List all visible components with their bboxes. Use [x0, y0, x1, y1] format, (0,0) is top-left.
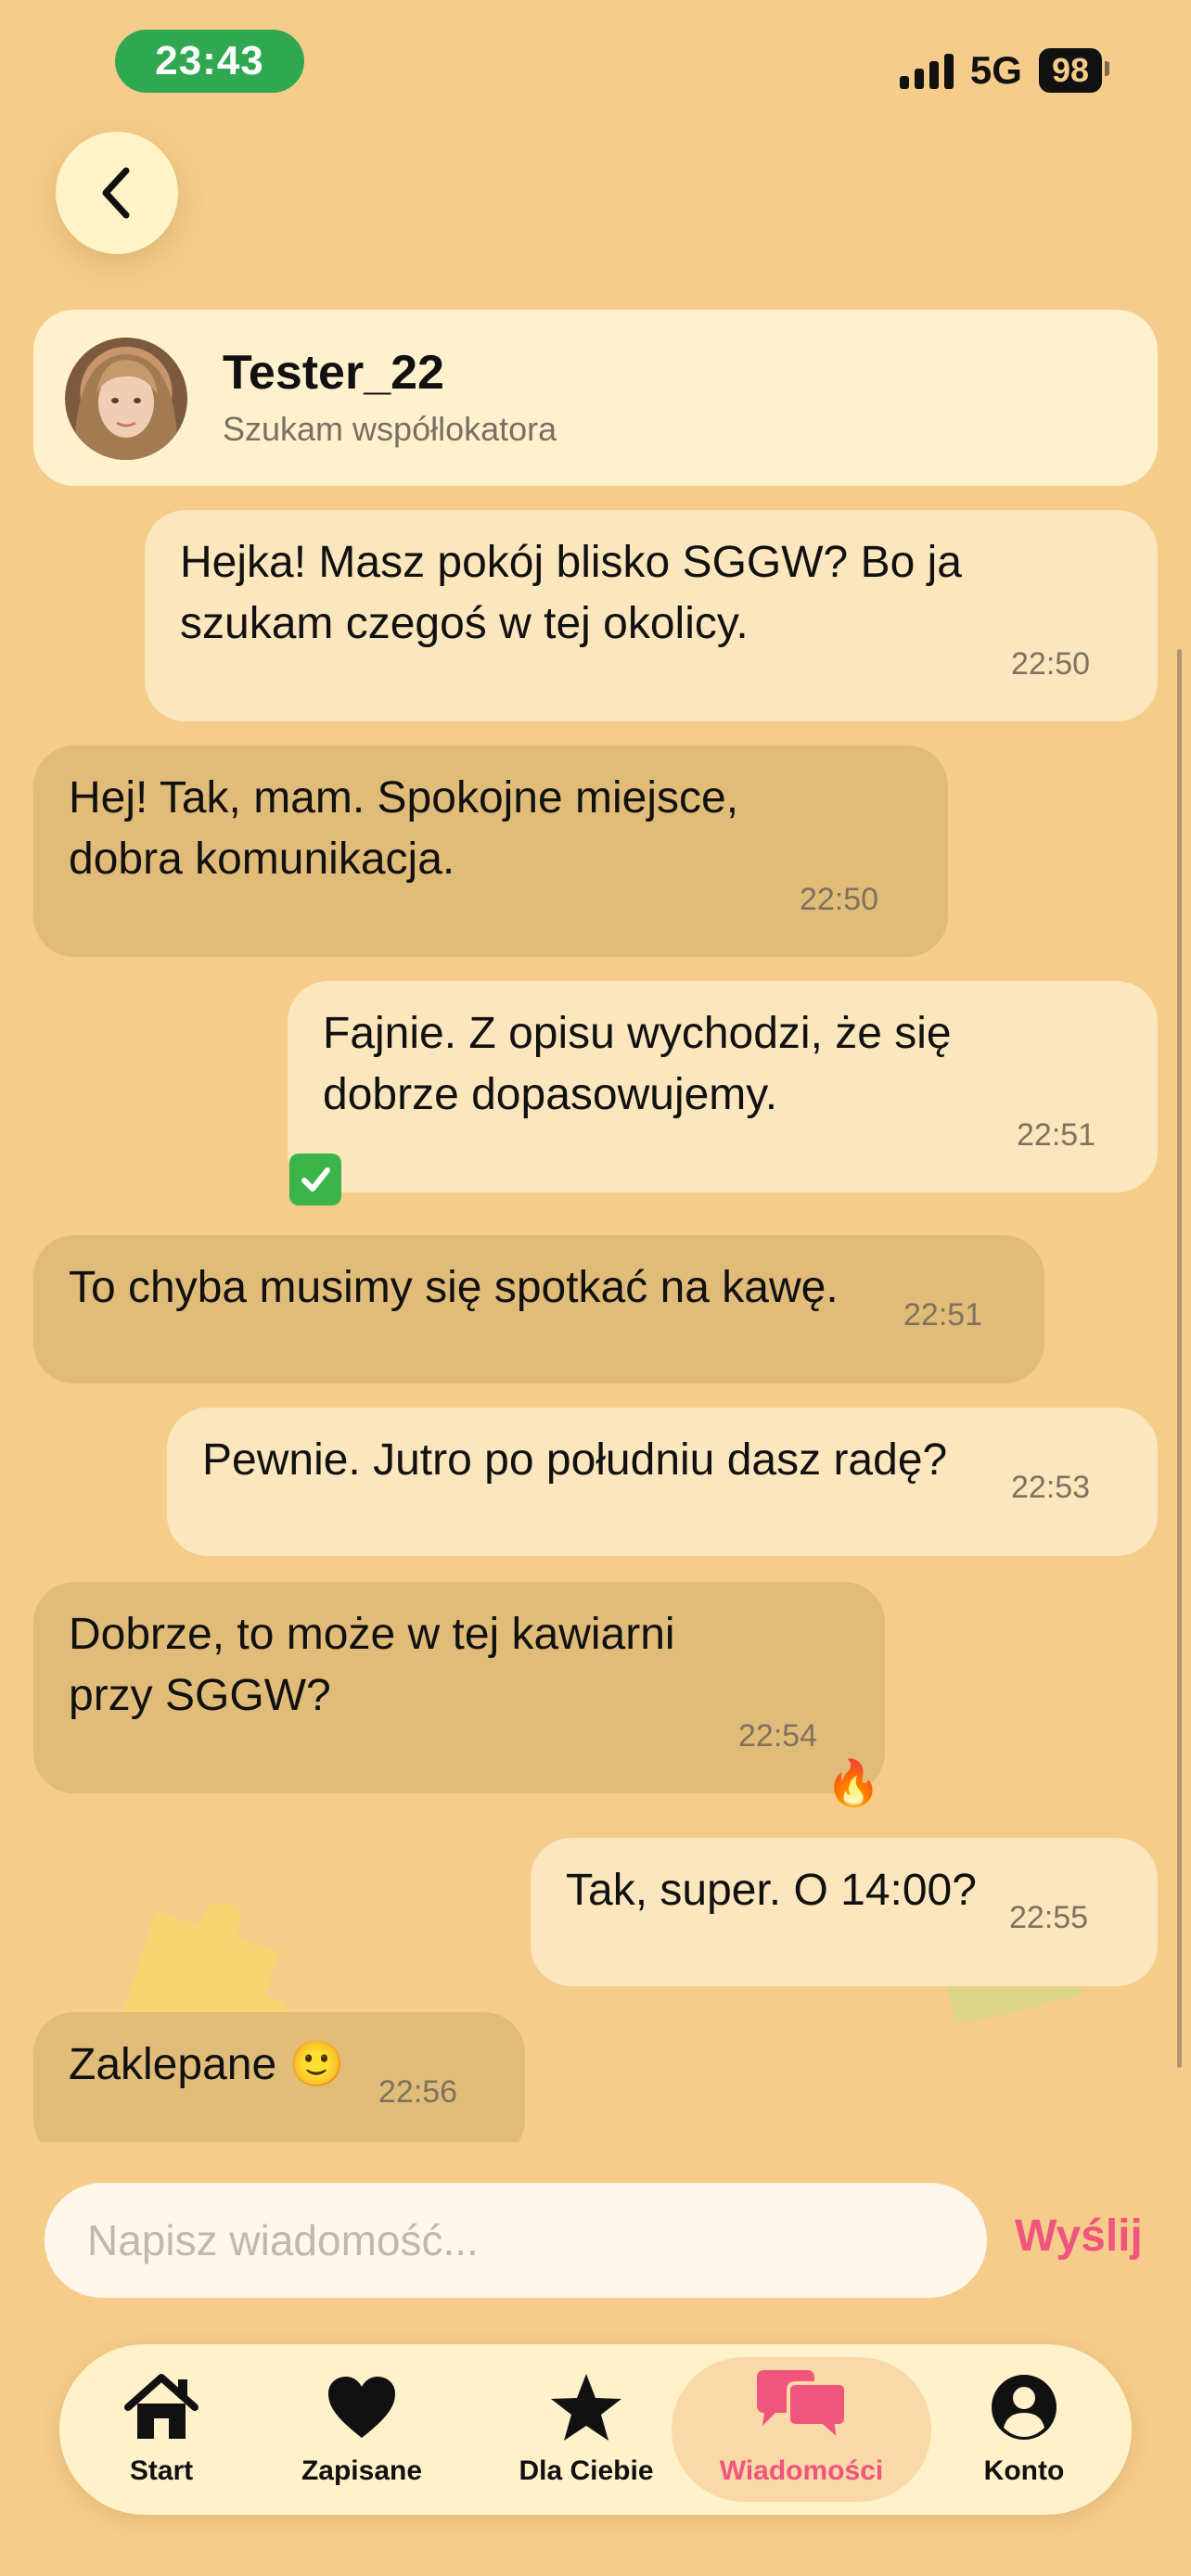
message-time: 22:51	[1017, 1117, 1096, 1153]
tab-label: Dla Ciebie	[519, 2455, 654, 2486]
message-time: 22:50	[1011, 646, 1091, 682]
message-text: To chyba musimy się spotkać na kawę.	[69, 1263, 839, 1312]
status-time: 23:43	[115, 30, 304, 93]
message-time: 22:50	[800, 882, 879, 917]
message-text: Dobrze, to może w tej kawiarni przy SGGW…	[69, 1610, 675, 1720]
send-button[interactable]: Wyślij	[1015, 2211, 1143, 2262]
scrollbar[interactable]	[1177, 649, 1182, 2068]
message-text: Pewnie. Jutro po południu dasz radę?	[202, 1435, 948, 1485]
message-outgoing[interactable]: Pewnie. Jutro po południu dasz radę? 22:…	[167, 1408, 1158, 1556]
tab-start[interactable]: Start	[87, 2344, 236, 2515]
tab-label: Zapisane	[301, 2455, 423, 2486]
message-list[interactable]: Hejka! Masz pokój blisko SGGW? Bo ja szu…	[0, 501, 1191, 2142]
message-incoming[interactable]: Hej! Tak, mam. Spokojne miejsce, dobra k…	[33, 746, 948, 957]
status-indicators: 5G 98	[899, 43, 1110, 98]
message-time: 22:56	[378, 2074, 458, 2110]
tab-label: Konto	[983, 2455, 1065, 2486]
message-input[interactable]	[85, 2214, 987, 2266]
star-icon	[551, 2374, 621, 2441]
account-icon	[992, 2375, 1057, 2440]
fire-reaction-icon[interactable]: 🔥	[826, 1758, 881, 1810]
tab-label: Start	[129, 2455, 194, 2486]
message-incoming[interactable]: Zaklepane 🙂 22:56	[33, 2012, 525, 2142]
chat-bubbles-icon	[757, 2370, 848, 2446]
message-incoming[interactable]: To chyba musimy się spotkać na kawę. 22:…	[33, 1235, 1044, 1384]
message-outgoing[interactable]: Fajnie. Z opisu wychodzi, że się dobrze …	[288, 981, 1158, 1192]
tab-dla-ciebie[interactable]: Dla Ciebie	[484, 2344, 688, 2515]
tab-label: Wiadomości	[719, 2455, 884, 2486]
message-outgoing[interactable]: Hejka! Masz pokój blisko SGGW? Bo ja szu…	[145, 510, 1158, 721]
tab-konto[interactable]: Konto	[950, 2344, 1098, 2515]
message-outgoing[interactable]: Tak, super. O 14:00? 22:55	[531, 1838, 1158, 1986]
message-time: 22:51	[903, 1297, 983, 1333]
heart-icon	[328, 2377, 395, 2438]
message-time: 22:55	[1009, 1900, 1089, 1935]
battery-icon: 98	[1038, 48, 1110, 93]
back-button[interactable]	[56, 132, 178, 254]
message-time: 22:53	[1011, 1470, 1091, 1505]
contact-name: Tester_22	[223, 346, 444, 400]
message-input-container[interactable]	[45, 2183, 987, 2298]
message-text: Zaklepane 🙂	[69, 2040, 345, 2089]
avatar	[65, 338, 187, 460]
signal-icon	[899, 52, 954, 89]
check-mark-reaction-icon[interactable]	[289, 1154, 341, 1205]
home-icon	[124, 2374, 198, 2439]
message-text: Fajnie. Z opisu wychodzi, że się dobrze …	[323, 1009, 952, 1119]
message-text: Tak, super. O 14:00?	[566, 1866, 977, 1915]
tab-zapisane[interactable]: Zapisane	[269, 2344, 455, 2515]
tab-wiadomosci[interactable]: Wiadomości	[672, 2357, 931, 2502]
chevron-left-icon	[102, 167, 130, 219]
bottom-tab-bar: Start Zapisane Dla Ciebie Wiadomości Kon…	[59, 2344, 1132, 2515]
chat-header[interactable]: Tester_22 Szukam współlokatora	[33, 310, 1158, 486]
message-incoming[interactable]: Dobrze, to może w tej kawiarni przy SGGW…	[33, 1582, 885, 1793]
network-label: 5G	[969, 48, 1022, 92]
message-text: Hejka! Masz pokój blisko SGGW? Bo ja szu…	[180, 538, 962, 648]
contact-subtitle: Szukam współlokatora	[223, 410, 557, 448]
message-text: Hej! Tak, mam. Spokojne miejsce, dobra k…	[69, 773, 739, 884]
message-time: 22:54	[738, 1718, 818, 1753]
